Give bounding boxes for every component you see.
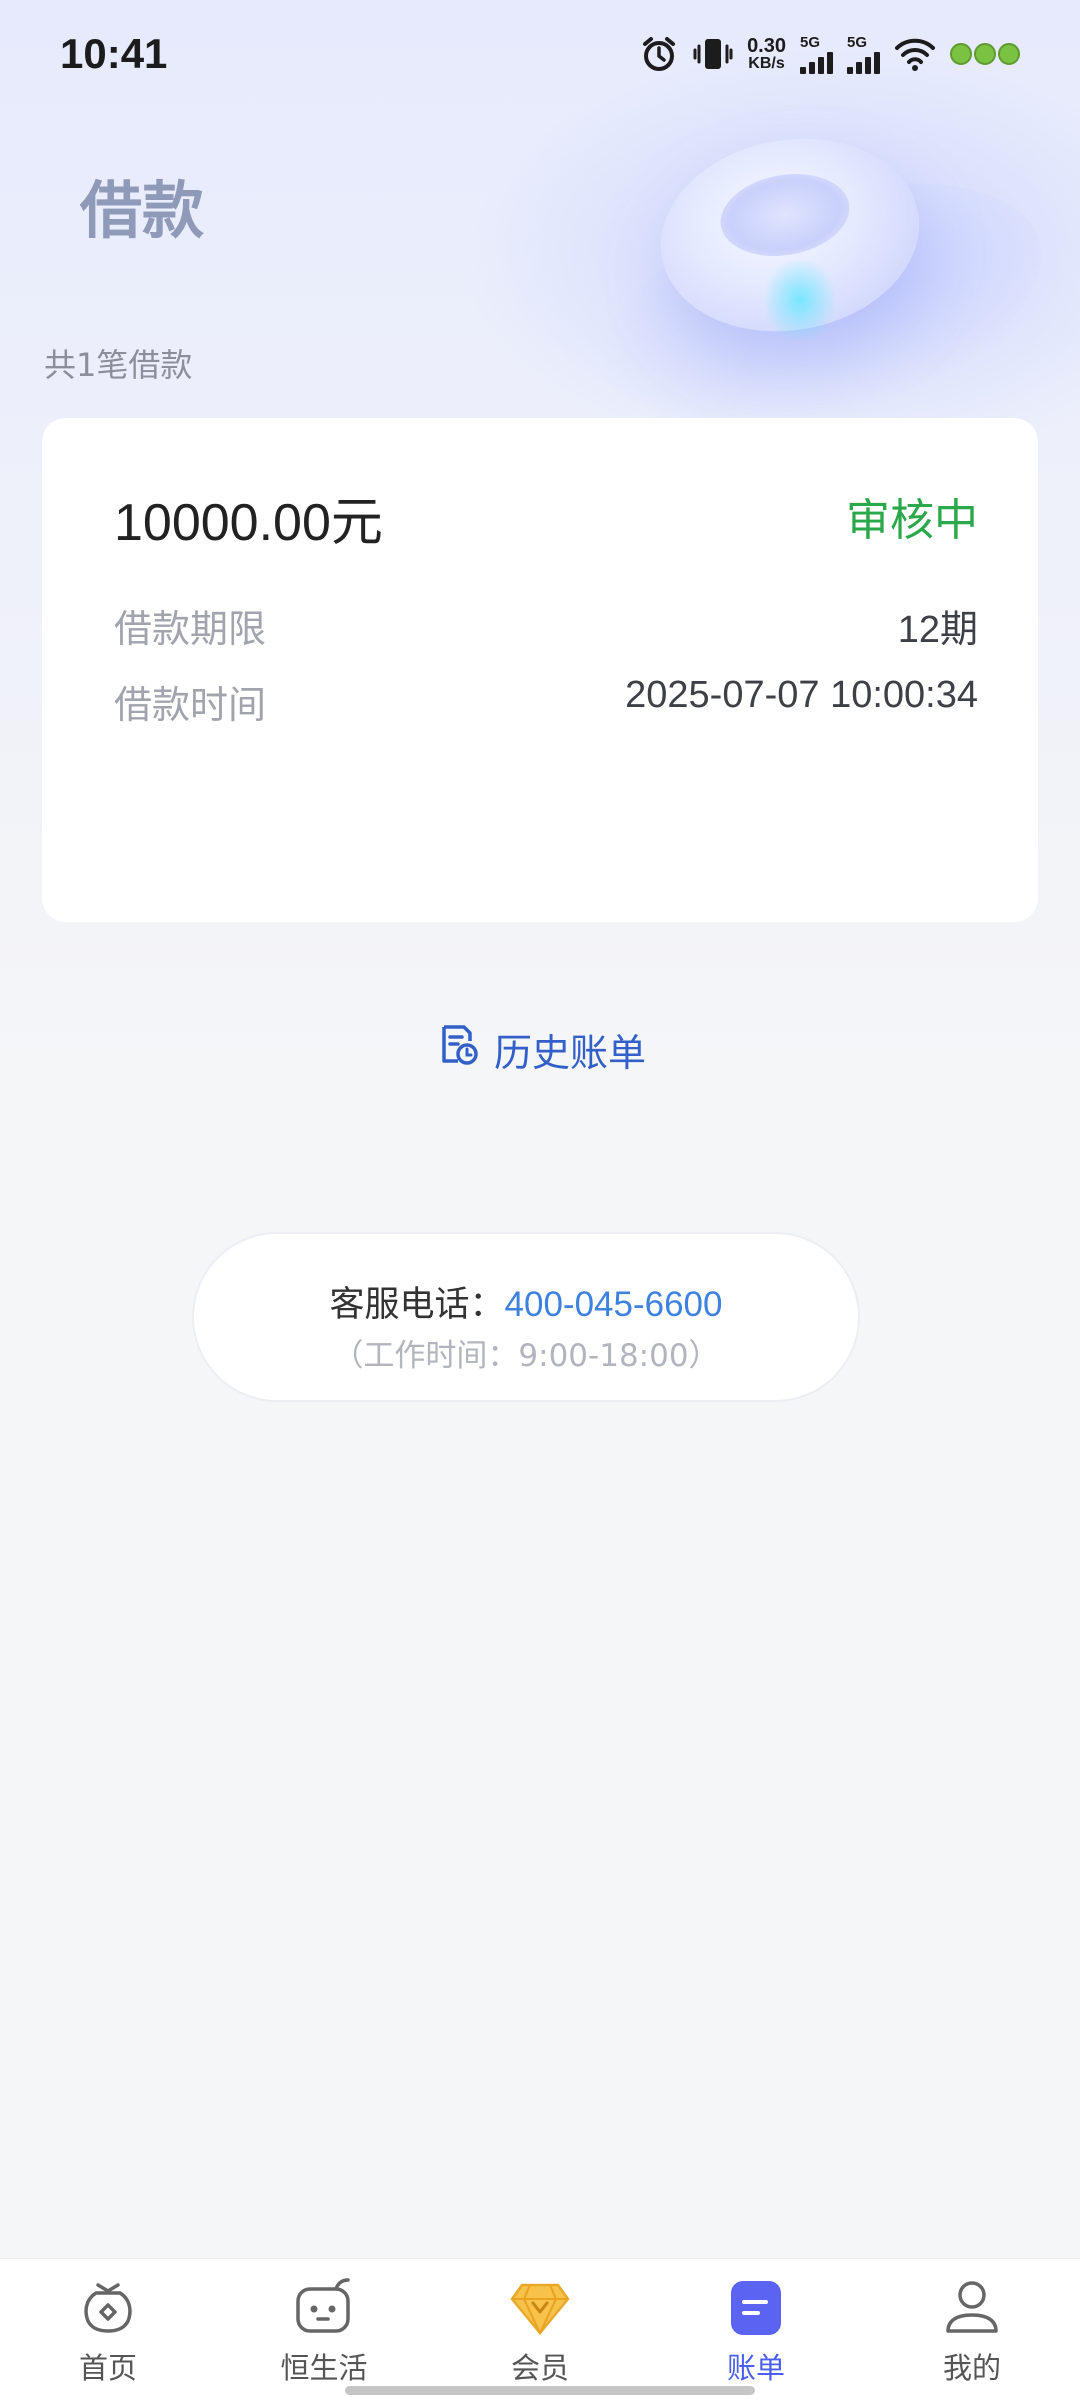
service-line: 客服电话：400-045-6600: [194, 1276, 858, 1327]
diamond-icon: [508, 2275, 572, 2339]
home-bag-icon: [76, 2275, 140, 2339]
life-face-icon: [292, 2275, 356, 2339]
signal-icon: 5G: [847, 35, 880, 74]
term-label: 借款期限: [114, 607, 267, 651]
status-bar: 10:41 0.30 KB/s 5G 5G: [0, 0, 1080, 120]
signal-icon: 5G: [800, 35, 833, 74]
service-label: 客服电话：: [329, 1285, 505, 1325]
decorative-disc-illustration: [567, 118, 1073, 486]
wifi-icon: [894, 36, 936, 72]
time-label: 借款时间: [114, 683, 267, 727]
vibrate-icon: [693, 34, 733, 74]
time-value: 2025-07-07 10:00:34: [625, 674, 978, 716]
service-phone-link[interactable]: 400-045-6600: [505, 1285, 723, 1324]
tab-bills-label: 账单: [726, 2351, 785, 2385]
loan-count: 共1笔借款: [44, 346, 193, 384]
alarm-icon: [639, 34, 679, 74]
tab-home-label: 首页: [78, 2351, 137, 2385]
status-icons: 0.30 KB/s 5G 5G: [639, 34, 1020, 74]
battery-icon: [950, 43, 1020, 65]
loan-amount: 10000.00元: [114, 494, 383, 552]
status-time: 10:41: [60, 30, 168, 77]
bill-icon: [724, 2275, 788, 2339]
network-speed: 0.30 KB/s: [747, 35, 786, 72]
customer-service-panel: 客服电话：400-045-6600 （工作时间：9:00-18:00）: [192, 1232, 860, 1402]
page-title: 借款: [80, 174, 205, 247]
tab-mine[interactable]: 我的: [892, 2275, 1052, 2387]
profile-icon: [940, 2275, 1004, 2339]
tab-mine-label: 我的: [942, 2351, 1001, 2385]
bill-history-icon: [436, 1023, 480, 1076]
history-bills-link[interactable]: 历史账单: [436, 1022, 646, 1077]
tab-bills[interactable]: 账单: [676, 2275, 836, 2387]
status-badge: 审核中: [846, 495, 978, 546]
home-indicator[interactable]: [345, 2386, 755, 2395]
tab-life[interactable]: 恒生活: [244, 2275, 404, 2387]
service-hours: （工作时间：9:00-18:00）: [332, 1338, 720, 1374]
tab-home[interactable]: 首页: [28, 2275, 188, 2387]
loan-card[interactable]: 10000.00元 审核中 借款期限 12期 借款时间 2025-07-07 1…: [42, 418, 1038, 922]
tab-member-label: 会员: [510, 2351, 569, 2385]
bottom-tab-bar: 首页 恒生活 会员 账单 我的: [0, 2258, 1080, 2400]
tab-member[interactable]: 会员: [460, 2275, 620, 2387]
history-bills-label: 历史账单: [494, 1031, 647, 1075]
tab-life-label: 恒生活: [280, 2351, 368, 2385]
term-value: 12期: [897, 609, 978, 651]
